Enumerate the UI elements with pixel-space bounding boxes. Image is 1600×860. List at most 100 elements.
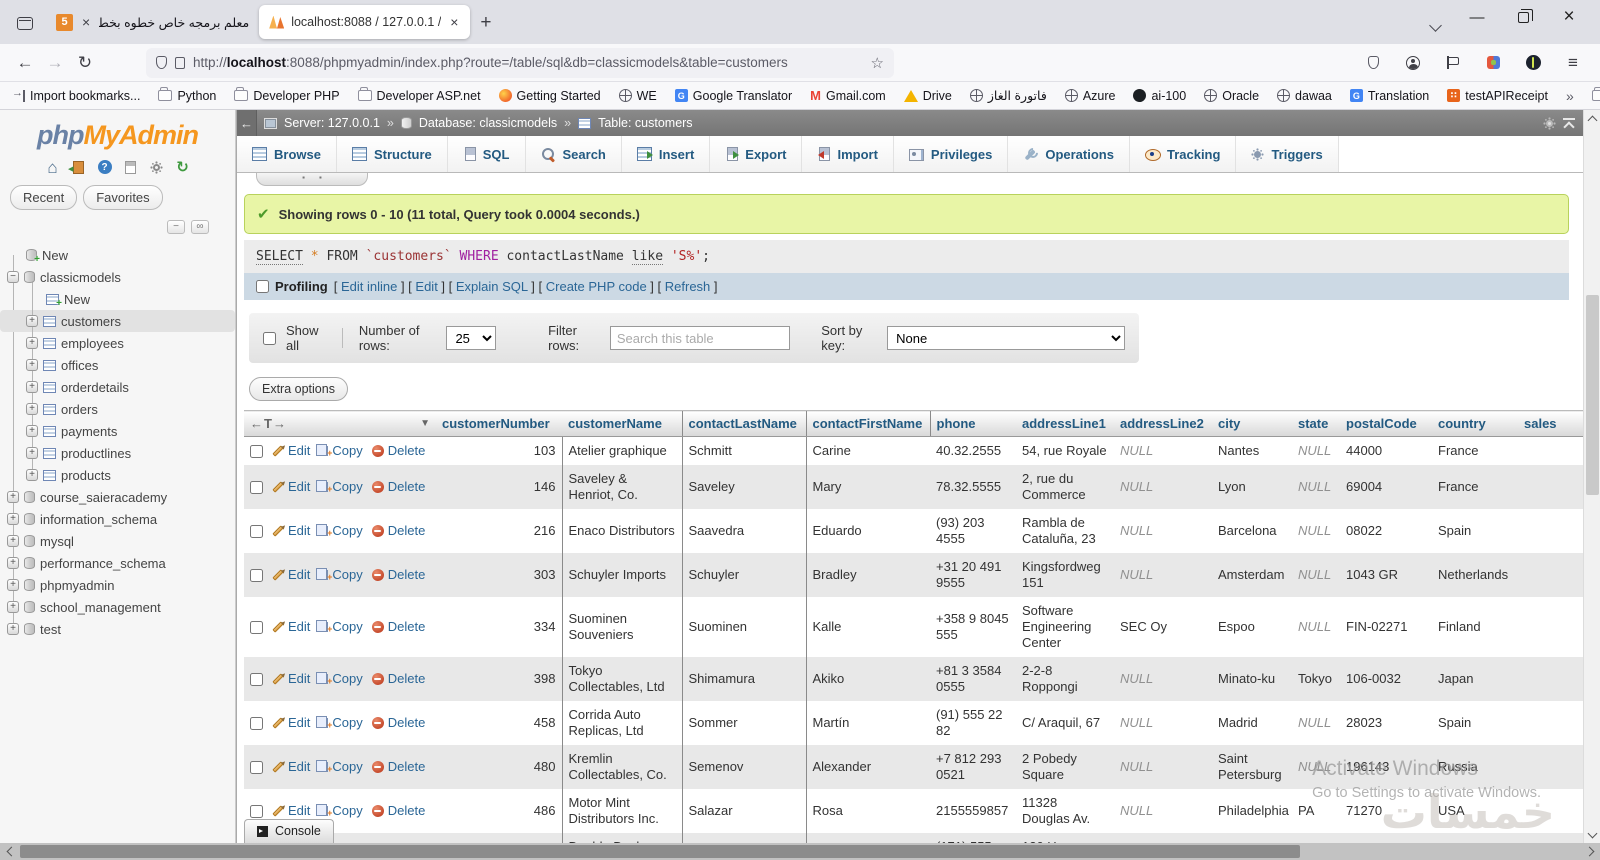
sidebar-item-products[interactable]: + products [0,464,235,486]
browser-tab-active[interactable]: localhost:8088 / 127.0.0.1 / clas × [259,5,471,39]
edit-link[interactable]: Edit [272,715,310,731]
edit-link[interactable]: Edit [272,671,310,687]
tab-triggers[interactable]: Triggers [1236,136,1339,172]
expand-icon[interactable]: + [7,623,19,635]
bookmark-item[interactable]: WE [618,89,657,103]
sort-by-key-select[interactable]: None [887,326,1126,350]
bookmark-item[interactable]: dawaa [1277,89,1332,103]
bookmark-item[interactable]: Drive [903,89,952,103]
copy-link[interactable]: Copy [316,443,363,461]
delete-link[interactable]: Delete [371,479,425,495]
site-info-icon[interactable] [175,56,185,69]
edit-link[interactable]: Edit [272,443,310,459]
bookmark-item[interactable]: Oracle [1204,89,1259,103]
tab-privileges[interactable]: Privileges [893,136,1009,172]
bookmark-item[interactable]: G Translation [1349,89,1429,103]
expand-icon[interactable]: + [26,447,38,459]
expand-icon[interactable]: + [26,315,38,327]
bookmark-item[interactable]: Import bookmarks... [12,87,140,103]
breadcrumb-server[interactable]: Server: 127.0.0.1 [284,116,380,130]
left-arrow-glyph[interactable]: ← [250,416,263,431]
hide-navigation-arrow[interactable]: ← [237,110,257,136]
column-header-addressLine1[interactable]: addressLine1 [1016,410,1114,437]
firefox-view-button[interactable] [10,8,40,38]
row-checkbox[interactable] [250,716,263,730]
sidebar-item-employees[interactable]: + employees [0,332,235,354]
collapse-all-icon[interactable]: − [167,220,185,234]
expand-icon[interactable]: + [26,359,38,371]
account-icon[interactable] [1404,54,1422,72]
horizontal-scrollbar[interactable] [0,843,1600,860]
tab-tracking[interactable]: Tracking [1129,136,1237,172]
sidebar-item-test[interactable]: + test [0,618,235,640]
bookmarks-overflow-chevron[interactable]: » [1566,88,1574,104]
profiling-link-edit-inline[interactable]: Edit inline [341,279,397,294]
menu-icon[interactable]: ≡ [1564,53,1582,72]
delete-link[interactable]: Delete [371,443,425,459]
scroll-down-arrow[interactable] [1584,827,1600,843]
tab-browse[interactable]: Browse [237,136,337,172]
delete-link[interactable]: Delete [371,619,425,635]
sidebar-item-offices[interactable]: + offices [0,354,235,376]
bookmark-item[interactable]: فاتورة الغاز [969,88,1047,103]
sidebar-item-productlines[interactable]: + productlines [0,442,235,464]
bookmark-item[interactable]: Getting Started [498,89,601,103]
browser-tab-inactive[interactable]: 5 × معلم برمجه خاص خطوه بخطوه - [46,5,259,39]
copy-link[interactable]: Copy [316,671,363,689]
breadcrumb-table[interactable]: Table: customers [598,116,692,130]
tab-search[interactable]: Search [525,136,622,172]
bookmark-item[interactable]: ∷ testAPIReceipt [1447,89,1548,103]
sidebar-item-customers[interactable]: + customers [0,310,235,332]
favorites-button[interactable]: Favorites [83,185,163,210]
sidebars-icon[interactable] [1444,54,1462,72]
scroll-left-arrow[interactable] [0,843,18,860]
copy-link[interactable]: Copy [316,715,363,733]
edit-link[interactable]: Edit [272,567,310,583]
scroll-up-arrow[interactable] [1584,110,1600,126]
edit-link[interactable]: Edit [272,619,310,635]
collapse-icon[interactable]: − [7,271,19,283]
recent-button[interactable]: Recent [10,185,78,210]
bookmark-item[interactable]: M Gmail.com [810,88,886,103]
edit-link[interactable]: Edit [272,759,310,775]
console-button[interactable]: Console [244,819,334,843]
restore-button[interactable] [1500,0,1546,34]
sidebar-item-phpmyadmin[interactable]: + phpmyadmin [0,574,235,596]
profiling-checkbox[interactable] [256,280,269,293]
sidebar-item-new[interactable]: New [0,288,235,310]
bookmark-item[interactable]: Developer ASP.net [357,87,481,103]
sidebar-item-performance-schema[interactable]: + performance_schema [0,552,235,574]
row-checkbox[interactable] [250,620,263,634]
vertical-scrollbar-thumb[interactable] [1586,295,1599,495]
home-icon[interactable]: ⌂ [44,159,61,176]
edit-link[interactable]: Edit [272,479,310,495]
pin-glyph[interactable]: T [264,416,272,431]
new-tab-button[interactable]: + [480,12,491,34]
delete-link[interactable]: Delete [371,671,425,687]
sidebar-item-classicmodels[interactable]: − classicmodels [0,266,235,288]
sidebar-item-mysql[interactable]: + mysql [0,530,235,552]
bookmark-item[interactable]: Azure [1064,89,1115,103]
row-checkbox[interactable] [250,568,263,582]
adblocker-icon[interactable] [1524,54,1542,72]
bookmark-star-icon[interactable]: ☆ [871,54,884,72]
profiling-link-refresh[interactable]: Refresh [665,279,711,294]
column-header-state[interactable]: state [1292,410,1340,437]
number-of-rows-select[interactable]: 25 [446,326,496,350]
tab-close-icon[interactable]: × [448,13,460,31]
delete-link[interactable]: Delete [371,567,425,583]
delete-link[interactable]: Delete [371,803,425,819]
copy-link[interactable]: Copy [316,523,363,541]
profiling-link-create-php-code[interactable]: Create PHP code [546,279,647,294]
expand-icon[interactable]: + [7,513,19,525]
column-header-city[interactable]: city [1212,410,1292,437]
sidebar-item-school-management[interactable]: + school_management [0,596,235,618]
url-bar[interactable]: http://localhost:8088/phpmyadmin/index.p… [146,47,894,78]
column-header-contactFirstName[interactable]: contactFirstName [805,410,930,437]
vertical-scrollbar[interactable] [1583,110,1600,843]
row-checkbox[interactable] [250,672,263,686]
expand-icon[interactable]: + [7,557,19,569]
column-header-customerNumber[interactable]: customerNumber [436,410,562,437]
bookmark-item[interactable]: G Google Translator [674,89,792,103]
forward-button[interactable]: → [40,53,70,73]
